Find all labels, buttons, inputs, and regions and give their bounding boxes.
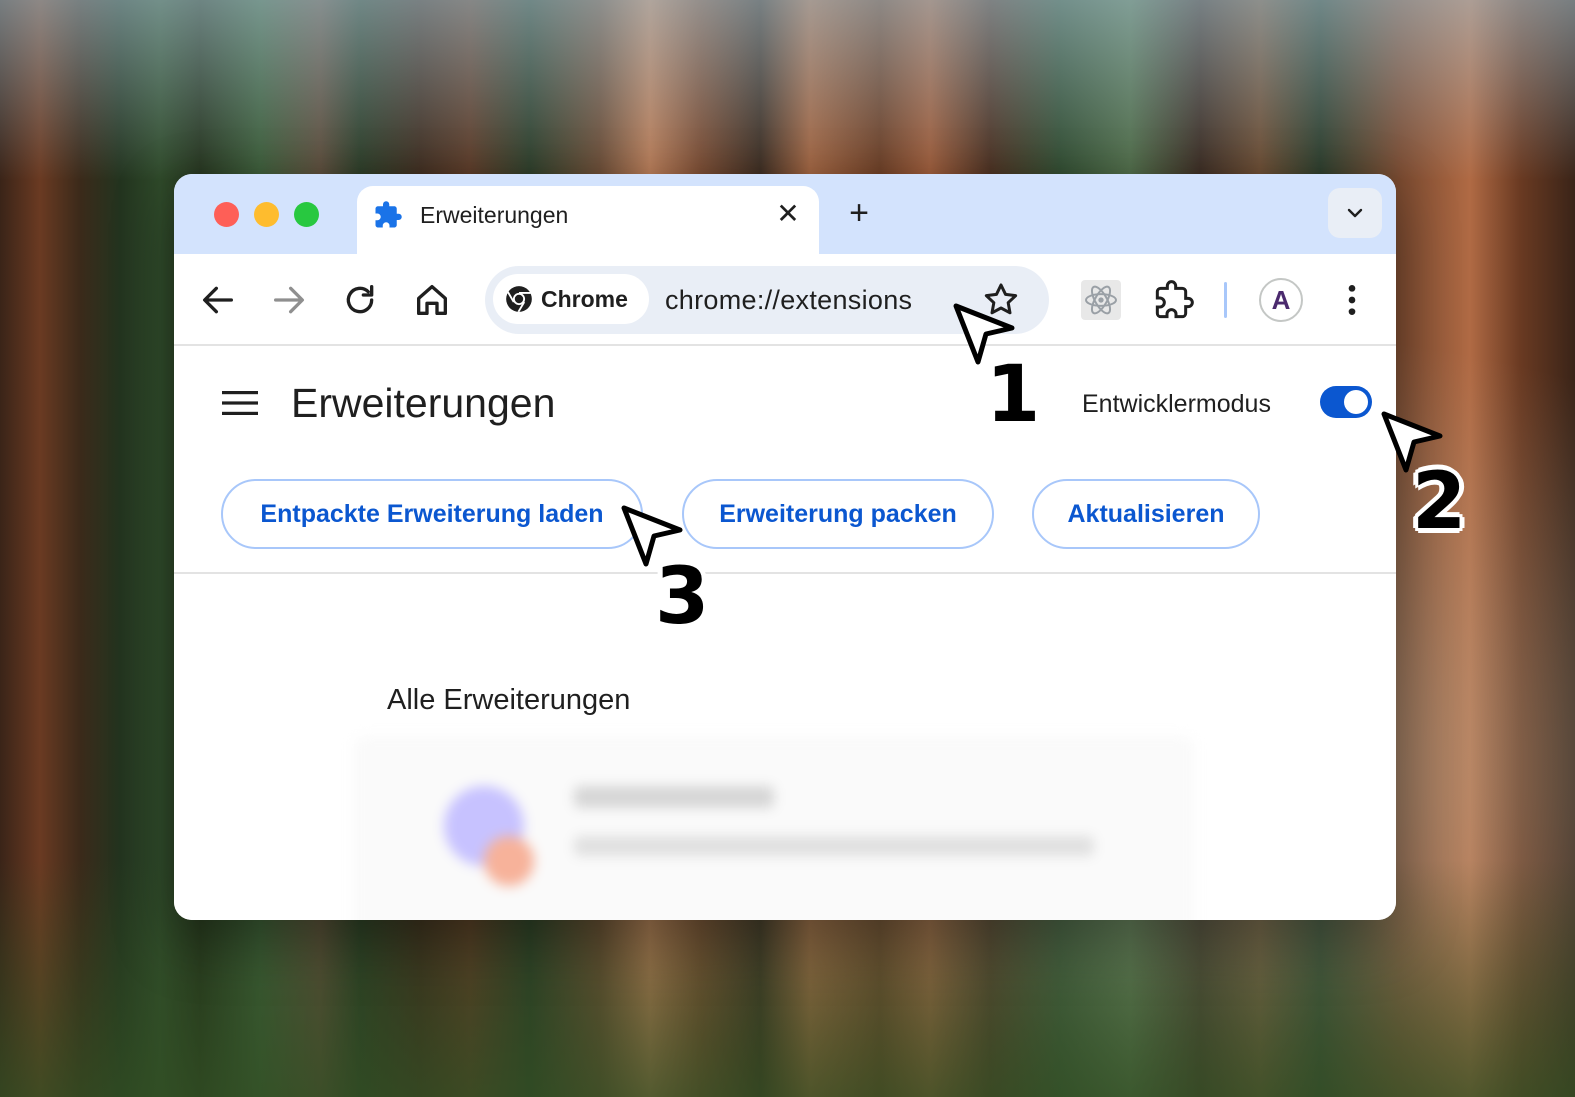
plus-icon[interactable]: + bbox=[842, 196, 876, 230]
tab-title: Erweiterungen bbox=[420, 202, 569, 228]
section-title: Alle Erweiterungen bbox=[387, 684, 631, 716]
chrome-logo-icon bbox=[506, 286, 532, 313]
extension-card-blurred bbox=[354, 736, 1194, 920]
tab-extensions[interactable]: Erweiterungen ✕ bbox=[357, 186, 819, 264]
chevron-down-icon bbox=[1347, 208, 1363, 218]
browser-window: Erweiterungen ✕ + Chrome chrome://extens… bbox=[174, 174, 1396, 920]
close-icon[interactable]: ✕ bbox=[773, 199, 803, 229]
extensions-icon[interactable] bbox=[1154, 280, 1194, 320]
extension-icon-badge-blurred bbox=[484, 836, 534, 886]
update-button[interactable]: Aktualisieren bbox=[1032, 479, 1260, 549]
desktop-wallpaper-sky bbox=[0, 0, 1575, 180]
load-unpacked-button[interactable]: Entpackte Erweiterung laden bbox=[221, 479, 643, 549]
minimize-window-button[interactable] bbox=[254, 202, 279, 227]
reload-icon[interactable] bbox=[340, 280, 380, 320]
step-number-2: 2 bbox=[1412, 457, 1467, 547]
extension-description-blurred bbox=[574, 836, 1094, 856]
avatar[interactable]: A bbox=[1259, 278, 1303, 322]
toggle-knob bbox=[1344, 390, 1368, 414]
page-title: Erweiterungen bbox=[291, 380, 556, 426]
tab-search-button[interactable] bbox=[1328, 188, 1382, 238]
chrome-chip[interactable]: Chrome bbox=[493, 274, 649, 324]
tab-strip: Erweiterungen ✕ + bbox=[174, 174, 1396, 264]
forward-arrow-icon[interactable] bbox=[269, 280, 309, 320]
menu-icon[interactable] bbox=[222, 388, 258, 418]
close-window-button[interactable] bbox=[214, 202, 239, 227]
toolbar: Chrome chrome://extensions A bbox=[174, 254, 1396, 346]
chrome-chip-label: Chrome bbox=[541, 286, 628, 312]
home-icon[interactable] bbox=[412, 280, 452, 320]
react-devtools-button[interactable] bbox=[1081, 280, 1121, 320]
pack-extension-button[interactable]: Erweiterung packen bbox=[682, 479, 994, 549]
toolbar-separator bbox=[1224, 282, 1227, 318]
maximize-window-button[interactable] bbox=[294, 202, 319, 227]
developer-mode-toggle[interactable] bbox=[1320, 386, 1372, 418]
extension-name-blurred bbox=[574, 786, 774, 808]
puzzle-icon bbox=[375, 201, 402, 228]
url-text[interactable]: chrome://extensions bbox=[665, 283, 912, 317]
more-vert-icon[interactable] bbox=[1332, 280, 1372, 320]
step-number-3: 3 bbox=[655, 552, 710, 642]
react-devtools-icon bbox=[1085, 285, 1117, 315]
developer-mode-label: Entwicklermodus bbox=[1082, 390, 1271, 418]
extensions-page: Erweiterungen Entwicklermodus Entpackte … bbox=[174, 346, 1396, 920]
header-divider bbox=[174, 572, 1396, 574]
step-number-1: 1 bbox=[986, 350, 1041, 440]
back-arrow-icon[interactable] bbox=[198, 280, 238, 320]
